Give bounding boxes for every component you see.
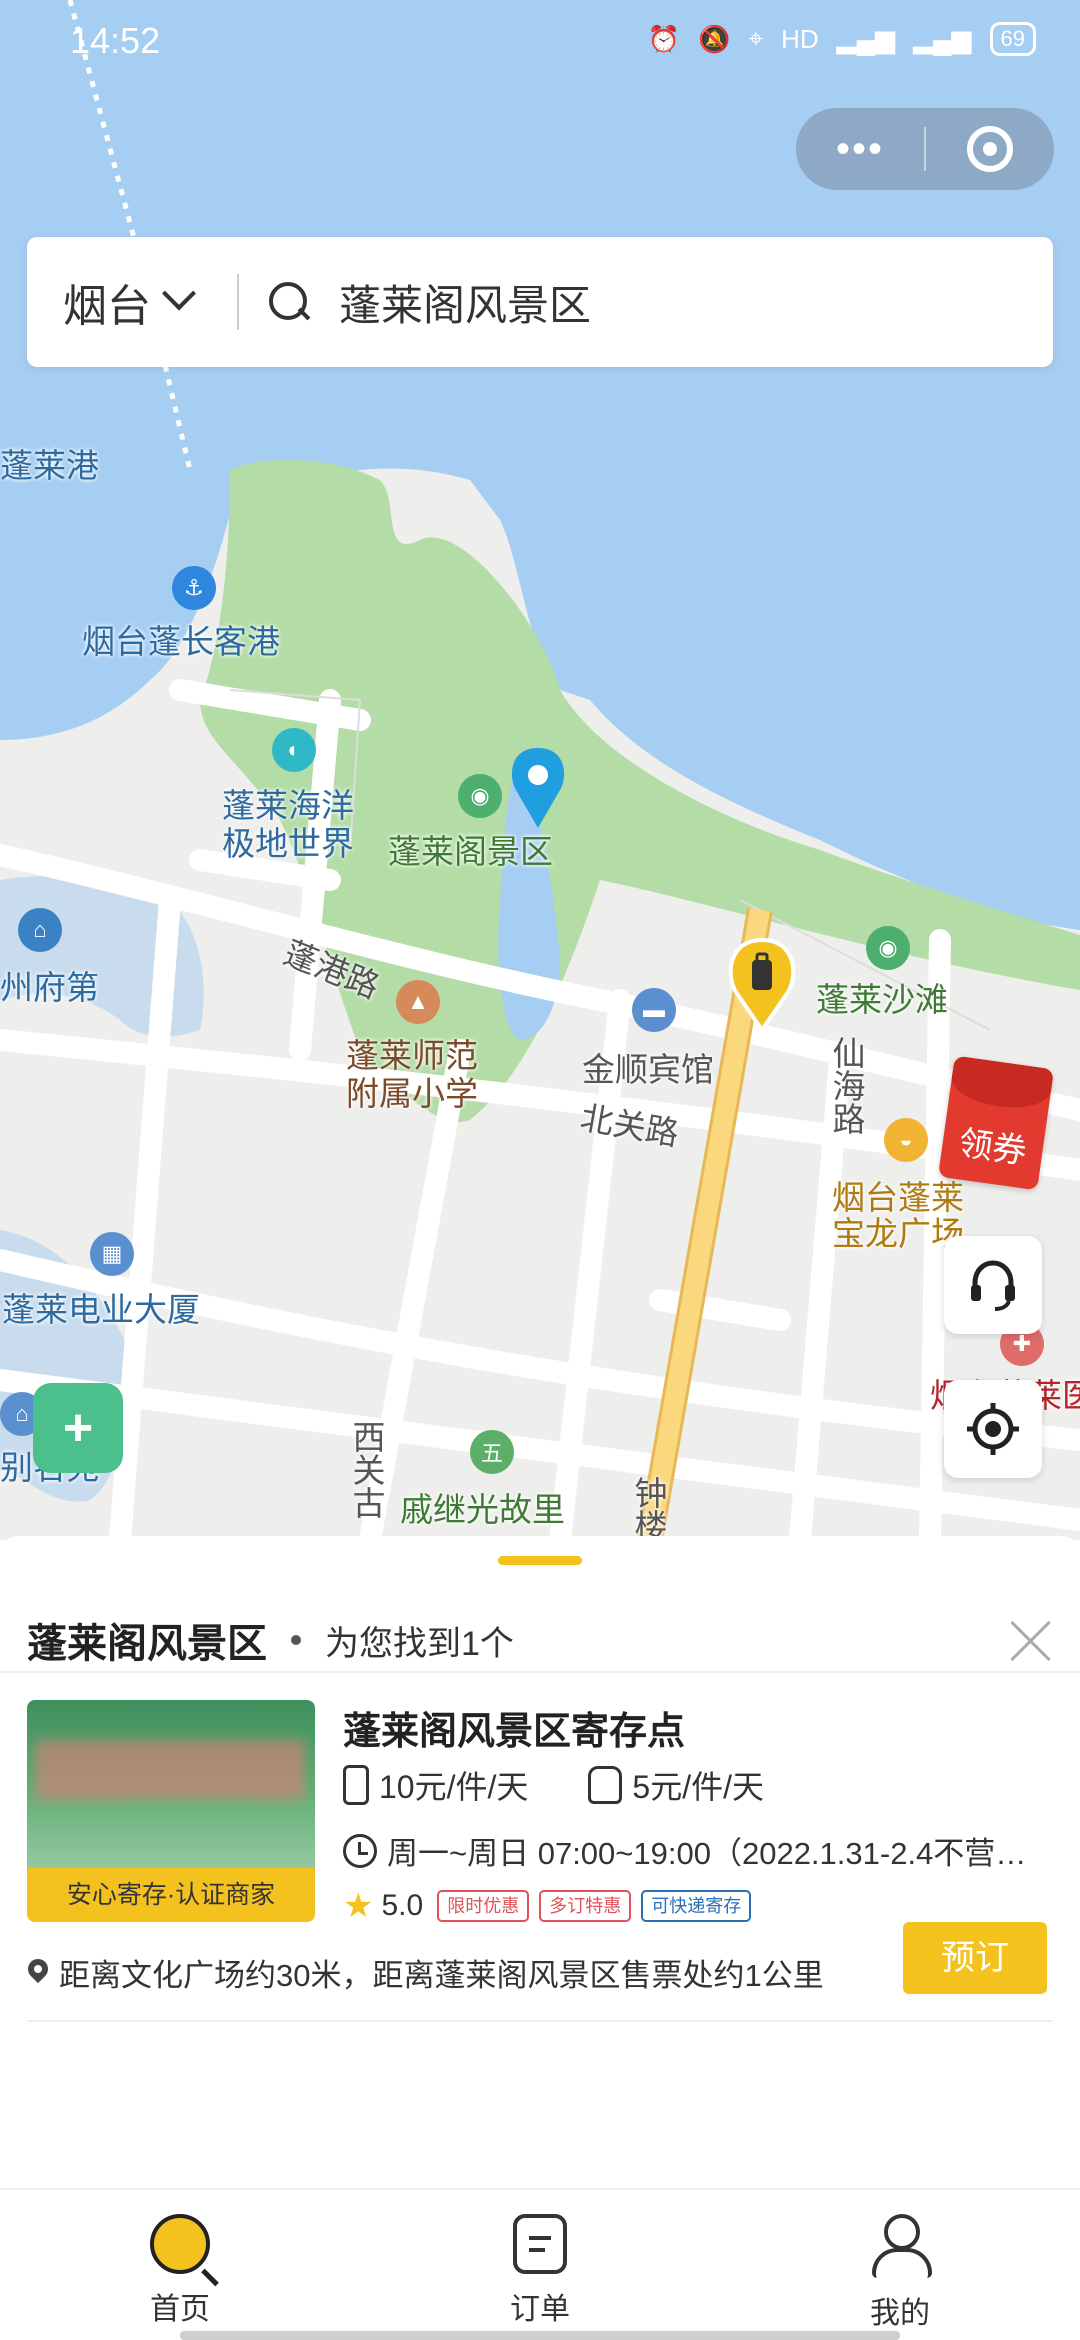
city-selector[interactable]: 烟台 — [27, 270, 237, 334]
tab-home[interactable]: 首页 — [0, 2190, 360, 2340]
coupon-label: 领券 — [956, 1124, 1029, 1172]
school-icon: ▲ — [396, 980, 440, 1024]
insurance-shield-button[interactable]: + — [33, 1383, 123, 1473]
map-label: 州府第 — [0, 969, 99, 1006]
results-count-text: 为您找到1个 — [325, 1624, 514, 1663]
signal-icon: ▂▄▆ — [913, 23, 972, 54]
user-icon — [870, 2214, 932, 2278]
separator-dot — [291, 1635, 301, 1645]
map-label: 附属小学 — [346, 1075, 478, 1112]
bottom-tab-bar: 首页 订单 我的 — [0, 2188, 1080, 2340]
anchor-icon: ⚓ — [172, 566, 216, 610]
map-label: 蓬莱海洋 — [222, 787, 354, 824]
promo-tag: 限时优惠 — [437, 1890, 530, 1922]
target-icon — [967, 126, 1013, 172]
signal-icon: ▂▄▆ — [836, 23, 896, 54]
map-label: 烟台蓬莱 — [832, 1179, 964, 1216]
miniprogram-capsule[interactable]: ••• — [796, 108, 1054, 190]
clock-icon — [343, 1833, 377, 1868]
camera-icon: ◉ — [458, 774, 502, 818]
results-place-name: 蓬莱阁风景区 — [27, 1622, 267, 1666]
tab-label: 订单 — [510, 2293, 570, 2326]
rating-row: ★ 5.0 限时优惠 多订特惠 可快递寄存 — [343, 1886, 761, 1926]
map-view[interactable]: ⚓ ◐ ◉ ⌂ ▲ ▬ ◉ ◒ ▦ 五 ✚ ⌂ 蓬莱港 烟台蓬长客港 蓬莱海洋 … — [0, 0, 1080, 1540]
locate-me-button[interactable] — [944, 1380, 1042, 1478]
more-options-icon[interactable]: ••• — [796, 119, 924, 179]
storage-result-card[interactable]: 安心寄存·认证商家 蓬莱阁风景区寄存点 10元/件/天 5元/件/天 周一~周日… — [27, 1700, 1053, 2020]
shield-plus-icon: + — [62, 1399, 94, 1457]
tab-profile[interactable]: 我的 — [720, 2190, 1080, 2340]
city-name: 烟台 — [63, 282, 151, 331]
close-icon[interactable] — [1009, 1618, 1053, 1662]
battery-icon: 69 — [989, 22, 1036, 56]
status-icons: ⏰ 🔕 ⌖ HD ▂▄▆ ▂▄▆ 69 — [648, 22, 1036, 56]
sheet-drag-handle[interactable] — [498, 1556, 582, 1565]
order-icon — [513, 2214, 567, 2274]
alarm-icon: ⏰ — [647, 23, 681, 54]
book-button[interactable]: 预订 — [903, 1922, 1047, 1994]
road-label: 仙海路 — [828, 1036, 865, 1135]
hd-icon: HD — [781, 23, 819, 54]
store-address: 距离文化广场约30米，距离蓬莱阁风景区售票处约1公里 — [27, 1950, 824, 1995]
status-time: 14:52 — [70, 20, 161, 61]
search-icon — [269, 282, 309, 322]
monument-icon: 五 — [470, 1430, 514, 1474]
road-label: 西关古 — [348, 1420, 385, 1519]
backpack-icon — [588, 1766, 623, 1804]
customer-service-button[interactable] — [944, 1236, 1042, 1334]
sheet-divider — [0, 1671, 1080, 1673]
sheet-header: 蓬莱阁风景区 为您找到1个 — [27, 1590, 1053, 1690]
landmark-icon: ⌂ — [18, 908, 62, 952]
building-icon: ▦ — [90, 1232, 134, 1276]
search-bar[interactable]: 烟台 蓬莱阁风景区 — [27, 237, 1053, 367]
headset-icon — [971, 1260, 1015, 1311]
home-search-icon — [150, 2214, 210, 2274]
map-label: 蓬莱港 — [0, 447, 99, 484]
certified-merchant-badge: 安心寄存·认证商家 — [27, 1868, 315, 1922]
hotel-icon: ▬ — [632, 988, 676, 1032]
star-icon: ★ — [343, 1887, 374, 1925]
store-thumbnail: 安心寄存·认证商家 — [27, 1700, 315, 1922]
service-tag: 可快递寄存 — [641, 1890, 752, 1922]
card-divider — [27, 2020, 1053, 2022]
coupon-button[interactable]: 领券 — [937, 1055, 1055, 1191]
camera-icon: ◉ — [866, 926, 910, 970]
address-text: 距离文化广场约30米，距离蓬莱阁风景区售票处约1公里 — [59, 1958, 824, 1993]
map-label: 金顺宾馆 — [582, 1051, 714, 1088]
luggage-price: 10元/件/天 — [379, 1769, 529, 1805]
thumbnail-signboard — [35, 1740, 305, 1800]
tab-label: 首页 — [150, 2293, 210, 2326]
price-row: 10元/件/天 5元/件/天 — [343, 1762, 764, 1808]
map-label: 烟台蓬长客港 — [82, 623, 280, 660]
road-label: 钟楼 — [630, 1476, 667, 1540]
search-divider — [237, 274, 239, 330]
store-title: 蓬莱阁风景区寄存点 — [343, 1711, 686, 1753]
crosshair-icon — [967, 1403, 1019, 1455]
tab-label: 我的 — [870, 2297, 930, 2330]
map-label: 蓬莱电业大厦 — [2, 1291, 200, 1328]
aquarium-icon: ◐ — [272, 728, 316, 772]
bag-price: 5元/件/天 — [632, 1769, 764, 1805]
rating-score: 5.0 — [381, 1889, 424, 1922]
home-indicator — [180, 2331, 900, 2340]
map-label: 戚继光故里 — [400, 1491, 565, 1528]
map-label: 极地世界 — [222, 825, 354, 862]
opening-hours: 周一~周日 07:00~19:00（2022.1.31-2.4不营业） — [343, 1828, 1053, 1873]
map-label: 蓬莱阁景区 — [388, 833, 553, 870]
status-bar: 14:52 ⏰ 🔕 ⌖ HD ▂▄▆ ▂▄▆ 69 — [0, 0, 1080, 84]
chevron-down-icon — [162, 276, 196, 311]
shopping-icon: ◒ — [884, 1118, 928, 1162]
hours-text: 周一~周日 07:00~19:00（2022.1.31-2.4不营业） — [387, 1836, 1053, 1871]
mute-icon: 🔕 — [698, 23, 731, 54]
map-label: 蓬莱师范 — [346, 1037, 478, 1074]
luggage-icon — [343, 1765, 369, 1805]
map-label: 蓬莱沙滩 — [816, 981, 948, 1018]
location-pin-icon — [27, 1959, 49, 1987]
promo-tag: 多订特惠 — [539, 1890, 632, 1922]
location-icon: ⌖ — [748, 23, 764, 53]
tab-orders[interactable]: 订单 — [360, 2190, 720, 2340]
close-miniprogram-button[interactable] — [926, 126, 1054, 172]
search-input[interactable]: 蓬莱阁风景区 — [339, 272, 591, 333]
